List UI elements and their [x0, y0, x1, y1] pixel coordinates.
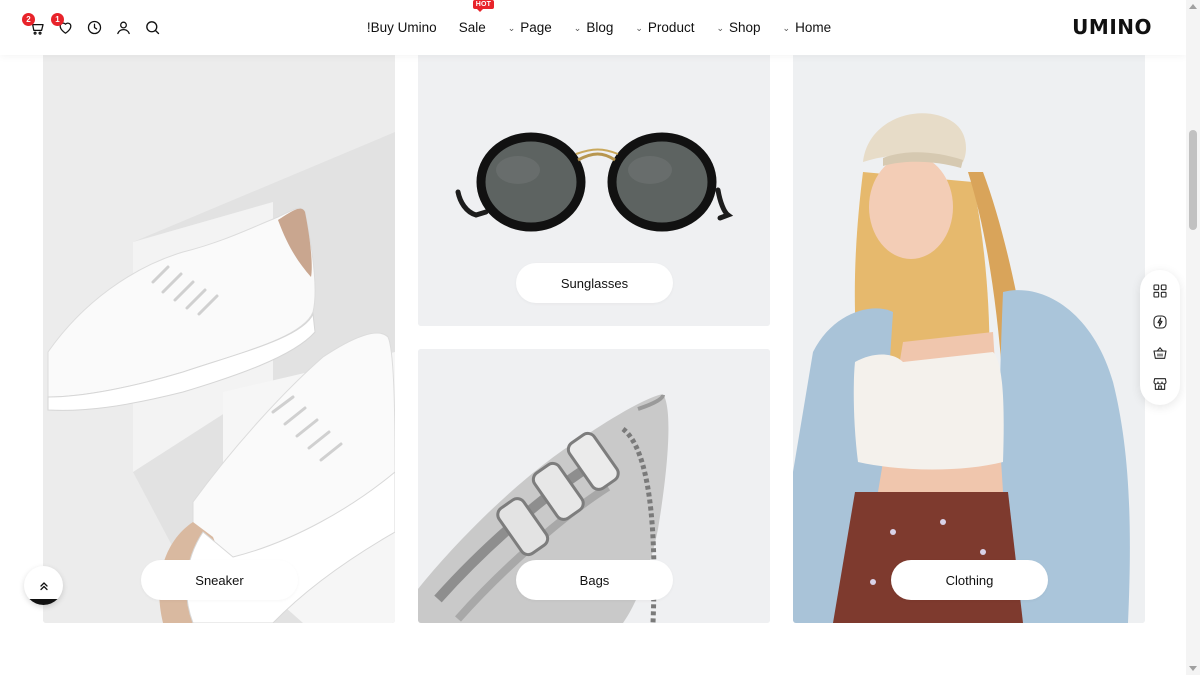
- category-tile-bags[interactable]: Bags: [418, 349, 770, 623]
- clothing-model-image: [793, 52, 1145, 623]
- scrollbar-thumb[interactable]: [1189, 130, 1197, 230]
- category-button-sneaker[interactable]: Sneaker: [141, 560, 298, 600]
- nav-item-sale[interactable]: HOT Sale: [458, 0, 495, 35]
- category-tile-clothing[interactable]: Clothing: [793, 52, 1145, 623]
- nav-label: Shop: [729, 20, 761, 35]
- side-tool-store[interactable]: [1151, 375, 1169, 393]
- chevron-down-icon: ⌄: [573, 23, 582, 33]
- category-label: Clothing: [945, 572, 994, 588]
- nav-item-page[interactable]: ⌄ Page: [508, 20, 552, 35]
- category-label: Sneaker: [195, 572, 244, 588]
- nav-label: Sale: [458, 20, 486, 35]
- grid-icon: [1153, 284, 1167, 298]
- category-label: Bags: [579, 572, 610, 588]
- side-toolbar: [1140, 270, 1180, 405]
- page-scrollbar[interactable]: [1186, 0, 1200, 675]
- site-logo[interactable]: UMINO: [1072, 15, 1152, 39]
- chevron-down-icon: ⌄: [716, 23, 724, 33]
- nav-item-product[interactable]: ⌄ Product: [635, 20, 694, 35]
- chevron-down-icon: ⌄: [635, 23, 643, 33]
- nav-item-shop[interactable]: ⌄ Shop: [716, 20, 760, 35]
- category-tile-sunglasses[interactable]: Sunglasses: [418, 52, 770, 326]
- nav-item-home[interactable]: ⌄ Home: [783, 20, 832, 35]
- side-tool-grid[interactable]: [1151, 282, 1169, 300]
- double-chevron-up-icon: [39, 581, 48, 590]
- nav-item-buy-umino[interactable]: !Buy Umino: [367, 20, 437, 35]
- side-tool-flash[interactable]: [1151, 313, 1169, 331]
- side-tool-basket[interactable]: [1151, 344, 1169, 362]
- chevron-down-icon: ⌄: [507, 23, 516, 33]
- category-button-sunglasses[interactable]: Sunglasses: [516, 263, 673, 303]
- nav-label: Product: [647, 20, 695, 35]
- scroll-down-arrow-icon[interactable]: [1189, 666, 1197, 671]
- sneaker-image: [43, 52, 395, 623]
- nav-item-blog[interactable]: ⌄ Blog: [574, 20, 614, 35]
- hot-badge: HOT: [472, 0, 495, 12]
- lightning-icon: [1153, 315, 1167, 329]
- site-header: 2 1 !Buy Umino HOT Sale ⌄ Page ⌄ Blog ⌄ …: [0, 0, 1186, 55]
- chevron-down-icon: ⌄: [782, 23, 791, 33]
- basket-icon: [1153, 347, 1167, 359]
- category-button-clothing[interactable]: Clothing: [891, 560, 1048, 600]
- scroll-to-top-button[interactable]: [24, 566, 63, 605]
- nav-label: !Buy Umino: [366, 20, 437, 35]
- category-button-bags[interactable]: Bags: [516, 560, 673, 600]
- main-navigation: !Buy Umino HOT Sale ⌄ Page ⌄ Blog ⌄ Prod…: [0, 0, 1186, 55]
- nav-label: Home: [795, 20, 832, 35]
- category-tile-sneaker[interactable]: Sneaker: [43, 52, 395, 623]
- scroll-up-arrow-icon[interactable]: [1189, 4, 1197, 9]
- store-icon: [1153, 377, 1167, 390]
- category-label: Sunglasses: [560, 275, 629, 291]
- nav-label: Page: [520, 20, 552, 35]
- nav-label: Blog: [586, 20, 614, 35]
